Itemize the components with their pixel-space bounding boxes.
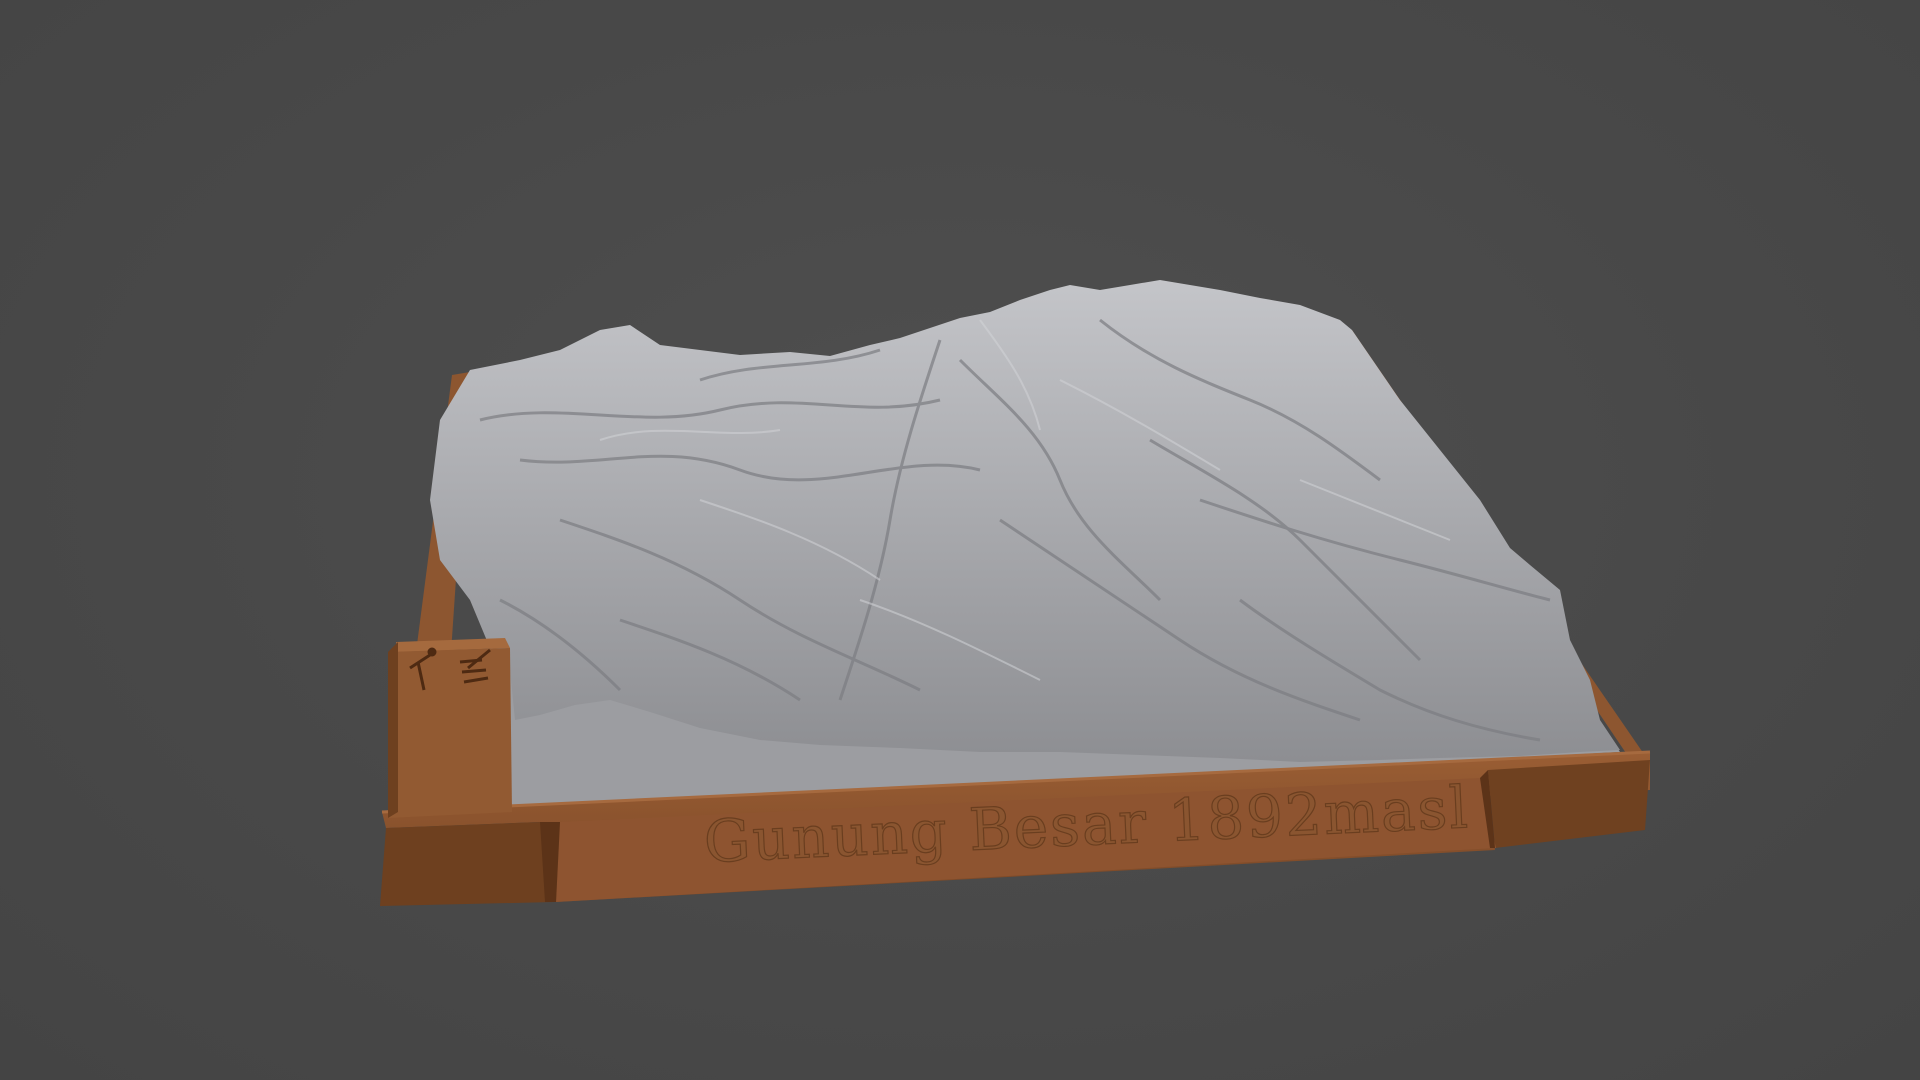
base-front-right-block (1488, 760, 1650, 848)
post-side (388, 642, 398, 818)
info-post-block (388, 638, 512, 818)
3d-viewport[interactable]: Gunung Besar 1892masl (0, 0, 1920, 1080)
post-front (388, 648, 512, 818)
terrain-mesh (430, 280, 1620, 762)
terrain-model-render: Gunung Besar 1892masl (380, 280, 1651, 906)
terrain-surface (430, 280, 1620, 762)
base-front-lower (380, 822, 555, 906)
